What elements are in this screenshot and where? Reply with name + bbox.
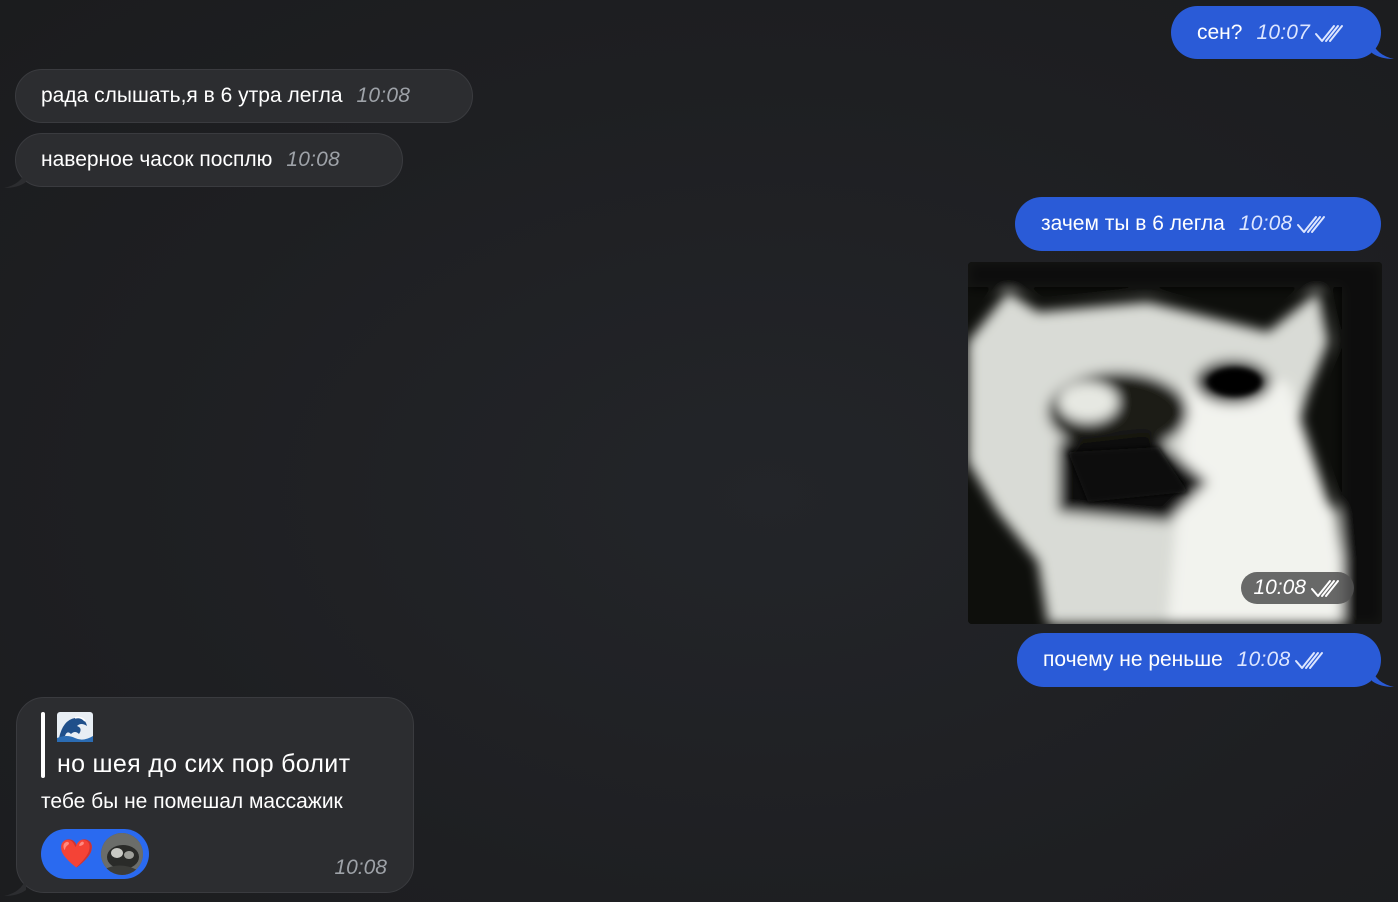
double-check-icon	[1315, 24, 1344, 42]
bubble-tail	[1372, 41, 1394, 59]
message-time: 10:08	[1238, 212, 1293, 235]
message-incoming[interactable]: наверное часок посплю 10:08	[15, 133, 403, 187]
message-time: 10:08	[1236, 648, 1291, 671]
message-text: зачем ты в 6 легла	[1041, 212, 1225, 235]
bubble-tail	[4, 170, 26, 188]
message-text: сен?	[1197, 20, 1243, 44]
message-incoming[interactable]: рада слышать,я в 6 утра легла 10:08	[15, 69, 473, 123]
chat-view[interactable]: сен? 10:07 рада слышать,я в 6 утра легла…	[0, 0, 1398, 902]
quote-bar	[41, 712, 45, 778]
bubble-tail	[1372, 669, 1394, 687]
message-time: 10:08	[334, 856, 387, 879]
bubble-tail	[4, 878, 26, 896]
message-text: почему не реньше	[1043, 648, 1223, 671]
message-time: 10:08	[286, 148, 340, 171]
message-time: 10:07	[1256, 20, 1311, 44]
photo-time-badge: 10:08	[1241, 572, 1354, 604]
reaction-pill[interactable]: ❤️	[41, 829, 149, 879]
double-check-icon	[1295, 652, 1324, 669]
double-check-icon	[1311, 580, 1339, 597]
cat-photo	[968, 262, 1382, 624]
message-time: 10:08	[1253, 576, 1306, 599]
message-outgoing[interactable]: зачем ты в 6 легла 10:08	[1015, 197, 1381, 251]
heart-icon: ❤️	[59, 838, 94, 869]
message-text: наверное часок посплю	[41, 148, 273, 171]
quoted-message-text[interactable]: но шея до сих пор болит	[57, 750, 350, 779]
message-incoming-reply[interactable]: но шея до сих пор болит тебе бы не помеш…	[16, 697, 414, 893]
message-text: рада слышать,я в 6 утра легла	[41, 84, 343, 107]
message-outgoing[interactable]: почему не реньше 10:08	[1017, 633, 1381, 687]
message-outgoing[interactable]: сен? 10:07	[1171, 6, 1381, 59]
photo-message[interactable]: 10:08	[968, 262, 1382, 624]
double-check-icon	[1297, 216, 1326, 233]
wave-emoji-icon	[57, 712, 93, 742]
avatar	[101, 833, 143, 875]
message-time: 10:08	[356, 84, 411, 107]
message-text: тебе бы не помешал массажик	[41, 790, 343, 813]
